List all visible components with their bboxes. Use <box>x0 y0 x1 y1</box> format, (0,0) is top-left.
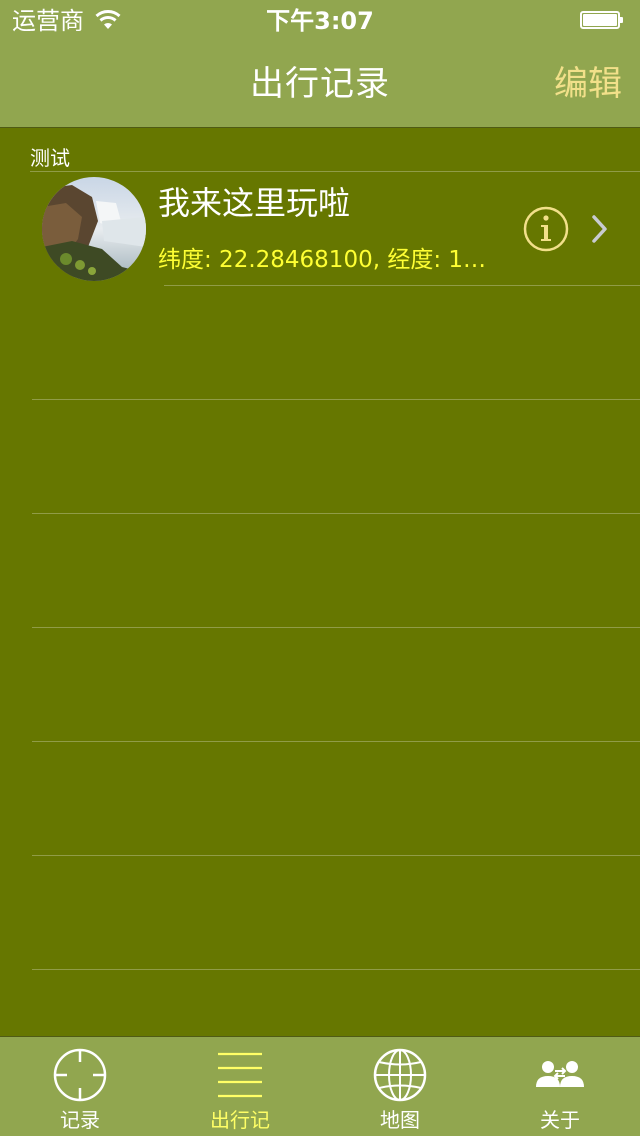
tab-bar: 记录 出行记 地图 关于 <box>0 1036 640 1136</box>
info-icon[interactable] <box>522 205 570 253</box>
empty-row-divider <box>32 513 640 514</box>
tab-record[interactable]: 记录 <box>0 1037 160 1136</box>
tab-label: 出行记 <box>210 1108 270 1132</box>
trip-thumbnail <box>42 177 146 281</box>
empty-row-divider <box>32 969 640 970</box>
list-lines-icon <box>218 1052 262 1098</box>
people-icon <box>536 1061 584 1087</box>
trip-coordinates: 纬度: 22.28468100, 经度: 11… <box>158 247 498 273</box>
tab-label: 记录 <box>60 1108 100 1132</box>
trip-table: 测试 我来这里玩啦 纬度: 22.28468100, 经度: 11… <box>0 129 640 1036</box>
tab-label: 关于 <box>540 1108 580 1132</box>
tab-about[interactable]: 关于 <box>480 1037 640 1136</box>
crosshair-icon <box>53 1048 107 1102</box>
edit-button[interactable]: 编辑 <box>554 62 630 106</box>
row-divider <box>164 285 640 286</box>
table-row[interactable]: 我来这里玩啦 纬度: 22.28468100, 经度: 11… <box>0 171 640 285</box>
chevron-right-icon <box>592 215 607 243</box>
tab-trips[interactable]: 出行记 <box>160 1037 320 1136</box>
navigation-header: 运营商 下午3:07 出行记录 编辑 <box>0 0 640 128</box>
status-bar: 运营商 下午3:07 <box>0 0 640 40</box>
tab-label: 地图 <box>380 1108 420 1132</box>
empty-row-divider <box>32 627 640 628</box>
empty-row-divider <box>32 855 640 856</box>
battery-icon <box>580 11 624 29</box>
section-header: 测试 <box>30 146 70 170</box>
empty-row-divider <box>32 399 640 400</box>
page-title: 出行记录 <box>250 64 390 104</box>
trip-title: 我来这里玩啦 <box>158 184 351 222</box>
waterfall-photo-icon <box>42 177 146 281</box>
empty-row-divider <box>32 741 640 742</box>
tab-map[interactable]: 地图 <box>320 1037 480 1136</box>
globe-icon <box>373 1048 427 1102</box>
status-time: 下午3:07 <box>266 7 374 35</box>
